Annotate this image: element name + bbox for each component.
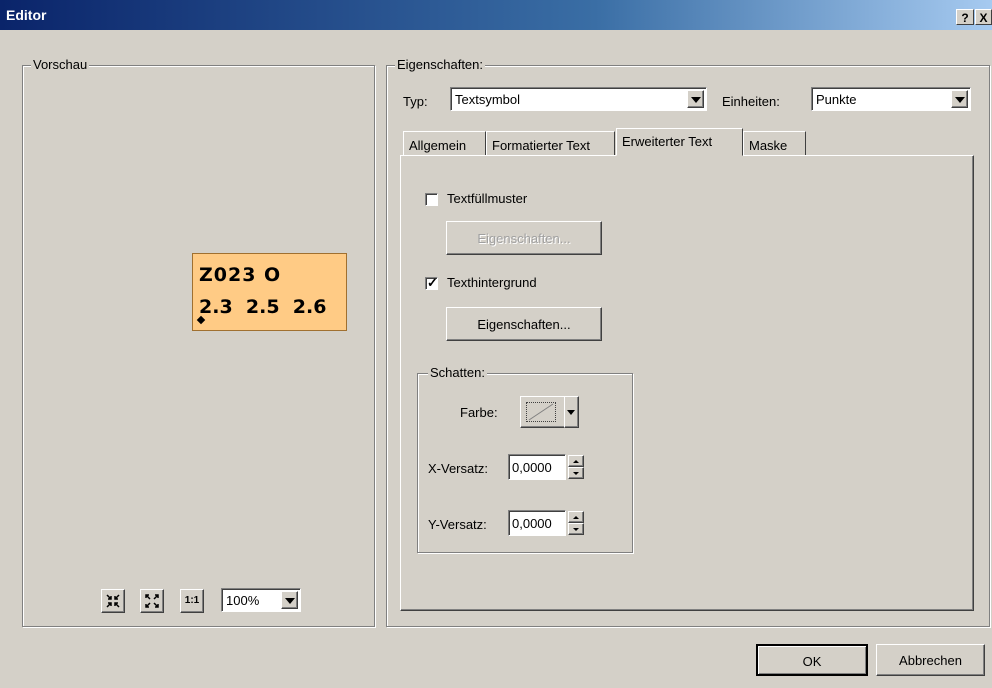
y-spin-up-button[interactable] [568,511,584,523]
bg-properties-label: Eigenschaften... [477,317,571,332]
properties-label: Eigenschaften: [395,57,486,72]
einheiten-value: Punkte [816,92,857,107]
zoom-out-button[interactable] [140,589,164,613]
x-versatz-value: 0,0000 [512,460,552,475]
actual-size-icon: 1:1 [184,595,200,606]
window-title: Editor [6,7,47,23]
textfuellmuster-label: Textfüllmuster [447,191,528,206]
typ-value: Textsymbol [455,92,521,107]
x-spin-up-button[interactable] [568,455,584,467]
preview-line-1: Z023 O [199,264,282,286]
y-versatz-label: Y-Versatz: [428,517,487,532]
ok-label: OK [802,654,822,669]
no-color-swatch [526,402,556,422]
bg-properties-button[interactable]: Eigenschaften... [446,307,602,341]
einheiten-select[interactable]: Punkte [811,87,971,111]
chevron-down-icon [955,97,965,103]
einheiten-label: Einheiten: [722,94,780,109]
typ-select[interactable]: Textsymbol [450,87,707,111]
y-spin-down-button[interactable] [568,523,584,535]
typ-dropdown-button[interactable] [687,90,704,108]
symbol-preview: Z023 O 2.3 2.5 2.6 [192,253,347,331]
arrow-up-icon [573,460,579,463]
actual-size-button[interactable]: 1:1 [180,589,204,613]
close-button[interactable]: X [975,9,992,25]
tab-maske[interactable]: Maske [743,131,806,156]
shadow-color-picker[interactable] [520,396,567,428]
farbe-label: Farbe: [460,405,498,420]
zoom-dropdown-button[interactable] [281,591,298,609]
arrow-down-icon [573,472,579,475]
zoom-select[interactable]: 100% [221,588,301,612]
tab-allgemein[interactable]: Allgemein [403,131,486,156]
preview-label: Vorschau [31,57,90,72]
y-versatz-spinner[interactable] [568,511,584,535]
zoom-out-icon [145,594,159,608]
shadow-label: Schatten: [428,365,487,380]
chevron-down-icon [285,598,295,604]
ok-button[interactable]: OK [756,644,868,676]
chevron-down-icon [691,97,701,103]
title-bar: Editor ? X [0,0,992,30]
tab-formatierter-text[interactable]: Formatierter Text [486,131,615,156]
y-versatz-value: 0,0000 [512,516,552,531]
texthintergrund-checkbox[interactable]: ✓ [425,275,438,290]
x-versatz-spinner[interactable] [568,455,584,479]
einheiten-dropdown-button[interactable] [951,90,968,108]
zoom-in-icon [106,594,120,608]
chevron-down-icon [567,410,575,415]
color-dropdown-button[interactable] [564,396,579,428]
textfuellmuster-checkbox[interactable]: ✓ [425,193,438,206]
tab-erweiterter-text[interactable]: Erweiterter Text [616,128,743,156]
texthintergrund-label: Texthintergrund [447,275,537,290]
check-mark-icon: ✓ [427,275,438,290]
zoom-value: 100% [226,593,260,608]
preview-group: Vorschau [22,57,375,627]
preview-line-2: 2.3 2.5 2.6 [199,296,327,318]
x-versatz-label: X-Versatz: [428,461,488,476]
x-versatz-input[interactable]: 0,0000 [508,454,566,480]
cancel-button[interactable]: Abbrechen [876,644,985,676]
y-versatz-input[interactable]: 0,0000 [508,510,566,536]
fill-properties-button[interactable]: Eigenschaften... [446,221,602,255]
no-color-icon [528,403,554,421]
fill-properties-label: Eigenschaften... [477,231,571,246]
zoom-in-button[interactable] [101,589,125,613]
typ-label: Typ: [403,94,428,109]
arrow-down-icon [573,528,579,531]
help-button[interactable]: ? [956,9,974,25]
cancel-label: Abbrechen [899,653,962,668]
arrow-up-icon [573,516,579,519]
x-spin-down-button[interactable] [568,467,584,479]
